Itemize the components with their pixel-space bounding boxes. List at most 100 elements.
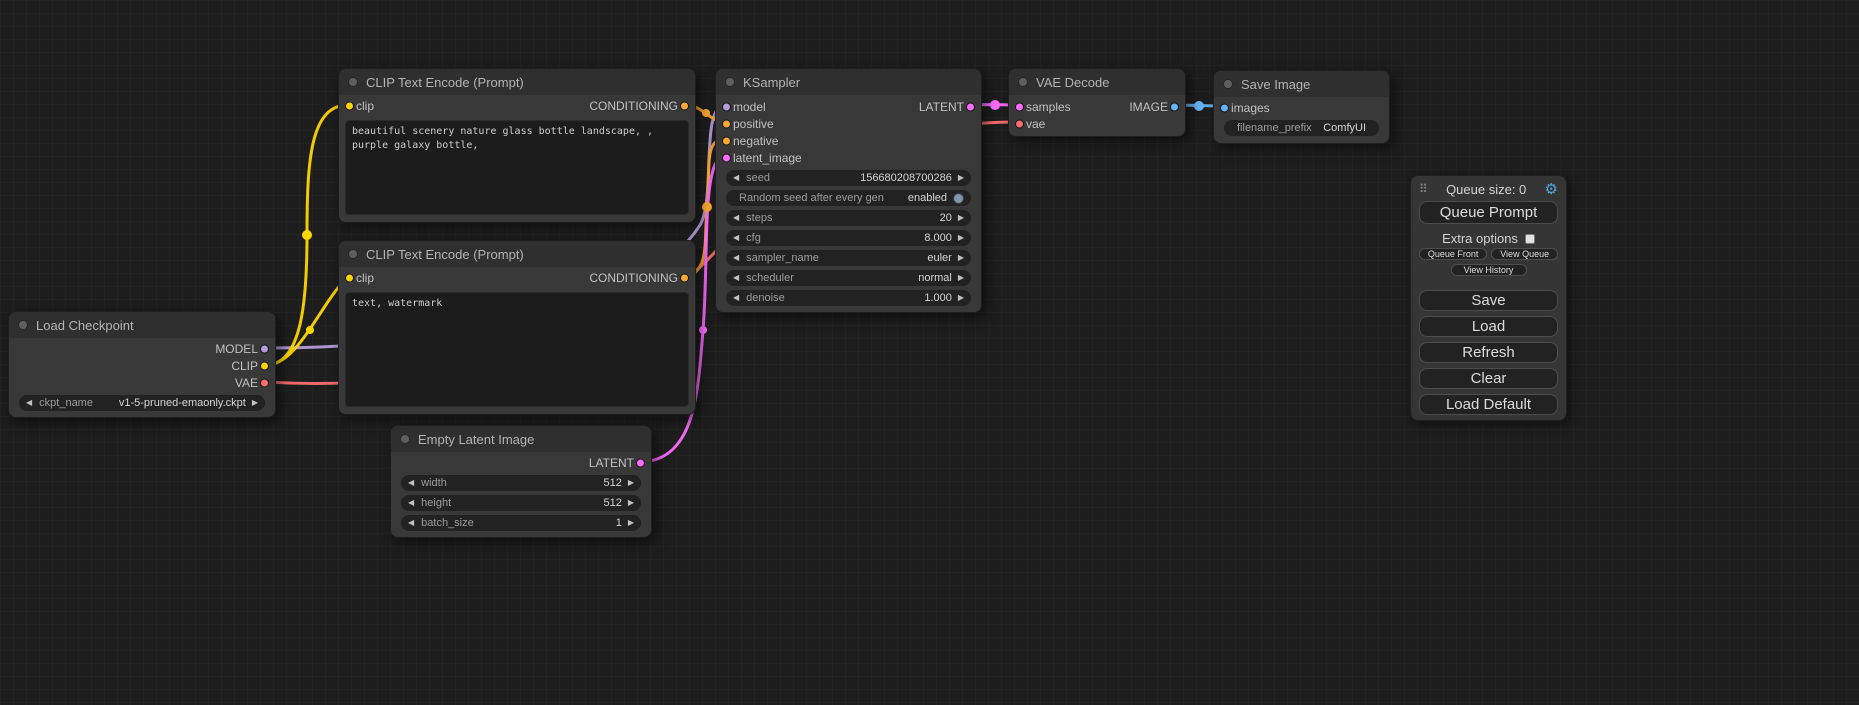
slot-row: vae bbox=[1009, 115, 1185, 132]
image-output-socket[interactable] bbox=[1170, 102, 1179, 111]
negative-input-socket[interactable] bbox=[722, 136, 731, 145]
conditioning-output-socket[interactable] bbox=[680, 273, 689, 282]
node-title-bar[interactable]: KSampler bbox=[716, 69, 981, 95]
slot-row: VAE bbox=[9, 374, 275, 391]
node-ksampler[interactable]: KSampler model LATENT positive negative … bbox=[715, 68, 982, 313]
increment-arrow-icon[interactable]: ▶ bbox=[958, 274, 964, 282]
decrement-arrow-icon[interactable]: ◀ bbox=[408, 499, 414, 507]
widget-scheduler[interactable]: ◀ scheduler normal ▶ bbox=[726, 270, 971, 286]
increment-arrow-icon[interactable]: ▶ bbox=[628, 499, 634, 507]
node-title-bar[interactable]: Empty Latent Image bbox=[391, 426, 651, 452]
queue-prompt-button[interactable]: Queue Prompt bbox=[1419, 201, 1558, 224]
widget-batch-size[interactable]: ◀ batch_size 1 ▶ bbox=[401, 515, 641, 531]
vae-output-label: VAE bbox=[235, 376, 258, 390]
queue-front-button[interactable]: Queue Front bbox=[1419, 248, 1487, 260]
load-button[interactable]: Load bbox=[1419, 316, 1558, 337]
model-output-socket[interactable] bbox=[260, 344, 269, 353]
decrement-arrow-icon[interactable]: ◀ bbox=[733, 294, 739, 302]
node-empty-latent-image[interactable]: Empty Latent Image LATENT ◀ width 512 ▶ … bbox=[390, 425, 652, 538]
node-vae-decode[interactable]: VAE Decode samples IMAGE vae bbox=[1008, 68, 1186, 137]
refresh-button[interactable]: Refresh bbox=[1419, 342, 1558, 363]
widget-seed[interactable]: ◀ seed 156680208700286 ▶ bbox=[726, 170, 971, 186]
widget-denoise[interactable]: ◀ denoise 1.000 ▶ bbox=[726, 290, 971, 306]
decrement-arrow-icon[interactable]: ◀ bbox=[733, 254, 739, 262]
node-graph-canvas[interactable]: Load Checkpoint MODEL CLIP VAE ◀ ckpt_na… bbox=[0, 0, 1859, 705]
collapse-dot-icon[interactable] bbox=[400, 434, 410, 444]
increment-arrow-icon[interactable]: ▶ bbox=[958, 174, 964, 182]
node-title-bar[interactable]: VAE Decode bbox=[1009, 69, 1185, 95]
slot-row: latent_image bbox=[716, 149, 981, 166]
prompt-textarea[interactable]: beautiful scenery nature glass bottle la… bbox=[345, 120, 689, 215]
widget-sampler-name[interactable]: ◀ sampler_name euler ▶ bbox=[726, 250, 971, 266]
model-input-socket[interactable] bbox=[722, 102, 731, 111]
latent-image-input-socket[interactable] bbox=[722, 153, 731, 162]
collapse-dot-icon[interactable] bbox=[725, 77, 735, 87]
increment-arrow-icon[interactable]: ▶ bbox=[958, 214, 964, 222]
latent-output-socket[interactable] bbox=[636, 458, 645, 467]
prompt-textarea[interactable]: text, watermark bbox=[345, 292, 689, 407]
settings-gear-icon[interactable]: ⚙ bbox=[1545, 182, 1558, 197]
vae-input-label: vae bbox=[1026, 117, 1045, 131]
widget-width[interactable]: ◀ width 512 ▶ bbox=[401, 475, 641, 491]
images-input-socket[interactable] bbox=[1220, 103, 1229, 112]
collapse-dot-icon[interactable] bbox=[348, 77, 358, 87]
decrement-arrow-icon[interactable]: ◀ bbox=[733, 274, 739, 282]
wire-clip-to-negative bbox=[266, 277, 348, 365]
load-default-button[interactable]: Load Default bbox=[1419, 394, 1558, 415]
widget-cfg[interactable]: ◀ cfg 8.000 ▶ bbox=[726, 230, 971, 246]
conditioning-output-socket[interactable] bbox=[680, 101, 689, 110]
decrement-arrow-icon[interactable]: ◀ bbox=[733, 214, 739, 222]
positive-input-socket[interactable] bbox=[722, 119, 731, 128]
decrement-arrow-icon[interactable]: ◀ bbox=[26, 399, 32, 407]
save-button[interactable]: Save bbox=[1419, 290, 1558, 311]
increment-arrow-icon[interactable]: ▶ bbox=[958, 234, 964, 242]
view-queue-button[interactable]: View Queue bbox=[1491, 248, 1558, 260]
widget-filename-prefix[interactable]: filename_prefix ComfyUI bbox=[1224, 120, 1379, 136]
queue-small-buttons: Queue Front View Queue bbox=[1419, 248, 1558, 260]
samples-input-socket[interactable] bbox=[1015, 102, 1024, 111]
increment-arrow-icon[interactable]: ▶ bbox=[958, 294, 964, 302]
positive-input-label: positive bbox=[733, 117, 774, 131]
node-title-bar[interactable]: CLIP Text Encode (Prompt) bbox=[339, 241, 695, 267]
decrement-arrow-icon[interactable]: ◀ bbox=[408, 519, 414, 527]
widget-steps[interactable]: ◀ steps 20 ▶ bbox=[726, 210, 971, 226]
decrement-arrow-icon[interactable]: ◀ bbox=[733, 174, 739, 182]
drag-handle-icon[interactable]: ⠿ bbox=[1419, 182, 1428, 196]
slot-row: LATENT bbox=[391, 454, 651, 471]
widget-value: 512 bbox=[603, 497, 621, 509]
node-title: VAE Decode bbox=[1036, 75, 1109, 90]
clip-input-socket[interactable] bbox=[345, 273, 354, 282]
clear-button[interactable]: Clear bbox=[1419, 368, 1558, 389]
node-title-bar[interactable]: CLIP Text Encode (Prompt) bbox=[339, 69, 695, 95]
collapse-dot-icon[interactable] bbox=[1223, 79, 1233, 89]
node-save-image[interactable]: Save Image images filename_prefix ComfyU… bbox=[1213, 70, 1390, 144]
increment-arrow-icon[interactable]: ▶ bbox=[252, 399, 258, 407]
increment-arrow-icon[interactable]: ▶ bbox=[958, 254, 964, 262]
clip-input-socket[interactable] bbox=[345, 101, 354, 110]
node-title-bar[interactable]: Save Image bbox=[1214, 71, 1389, 97]
node-clip-text-encode-negative[interactable]: CLIP Text Encode (Prompt) clip CONDITION… bbox=[338, 240, 696, 415]
node-title-bar[interactable]: Load Checkpoint bbox=[9, 312, 275, 338]
collapse-dot-icon[interactable] bbox=[18, 320, 28, 330]
link-midpoint-dot bbox=[302, 230, 312, 240]
widget-height[interactable]: ◀ height 512 ▶ bbox=[401, 495, 641, 511]
view-history-button[interactable]: View History bbox=[1451, 264, 1527, 276]
increment-arrow-icon[interactable]: ▶ bbox=[628, 479, 634, 487]
extra-options-checkbox[interactable] bbox=[1525, 234, 1535, 244]
node-clip-text-encode-positive[interactable]: CLIP Text Encode (Prompt) clip CONDITION… bbox=[338, 68, 696, 223]
vae-input-socket[interactable] bbox=[1015, 119, 1024, 128]
collapse-dot-icon[interactable] bbox=[348, 249, 358, 259]
widget-ckpt-name[interactable]: ◀ ckpt_name v1-5-pruned-emaonly.ckpt ▶ bbox=[19, 395, 265, 411]
widget-random-seed-toggle[interactable]: Random seed after every gen enabled bbox=[726, 190, 971, 206]
increment-arrow-icon[interactable]: ▶ bbox=[628, 519, 634, 527]
toggle-knob-icon[interactable] bbox=[953, 193, 964, 204]
clip-output-socket[interactable] bbox=[260, 361, 269, 370]
decrement-arrow-icon[interactable]: ◀ bbox=[408, 479, 414, 487]
vae-output-socket[interactable] bbox=[260, 378, 269, 387]
node-load-checkpoint[interactable]: Load Checkpoint MODEL CLIP VAE ◀ ckpt_na… bbox=[8, 311, 276, 418]
latent-output-socket[interactable] bbox=[966, 102, 975, 111]
node-title: Save Image bbox=[1241, 77, 1310, 92]
queue-menu-panel[interactable]: ⠿ Queue size: 0 ⚙ Queue Prompt Extra opt… bbox=[1410, 175, 1567, 421]
collapse-dot-icon[interactable] bbox=[1018, 77, 1028, 87]
decrement-arrow-icon[interactable]: ◀ bbox=[733, 234, 739, 242]
